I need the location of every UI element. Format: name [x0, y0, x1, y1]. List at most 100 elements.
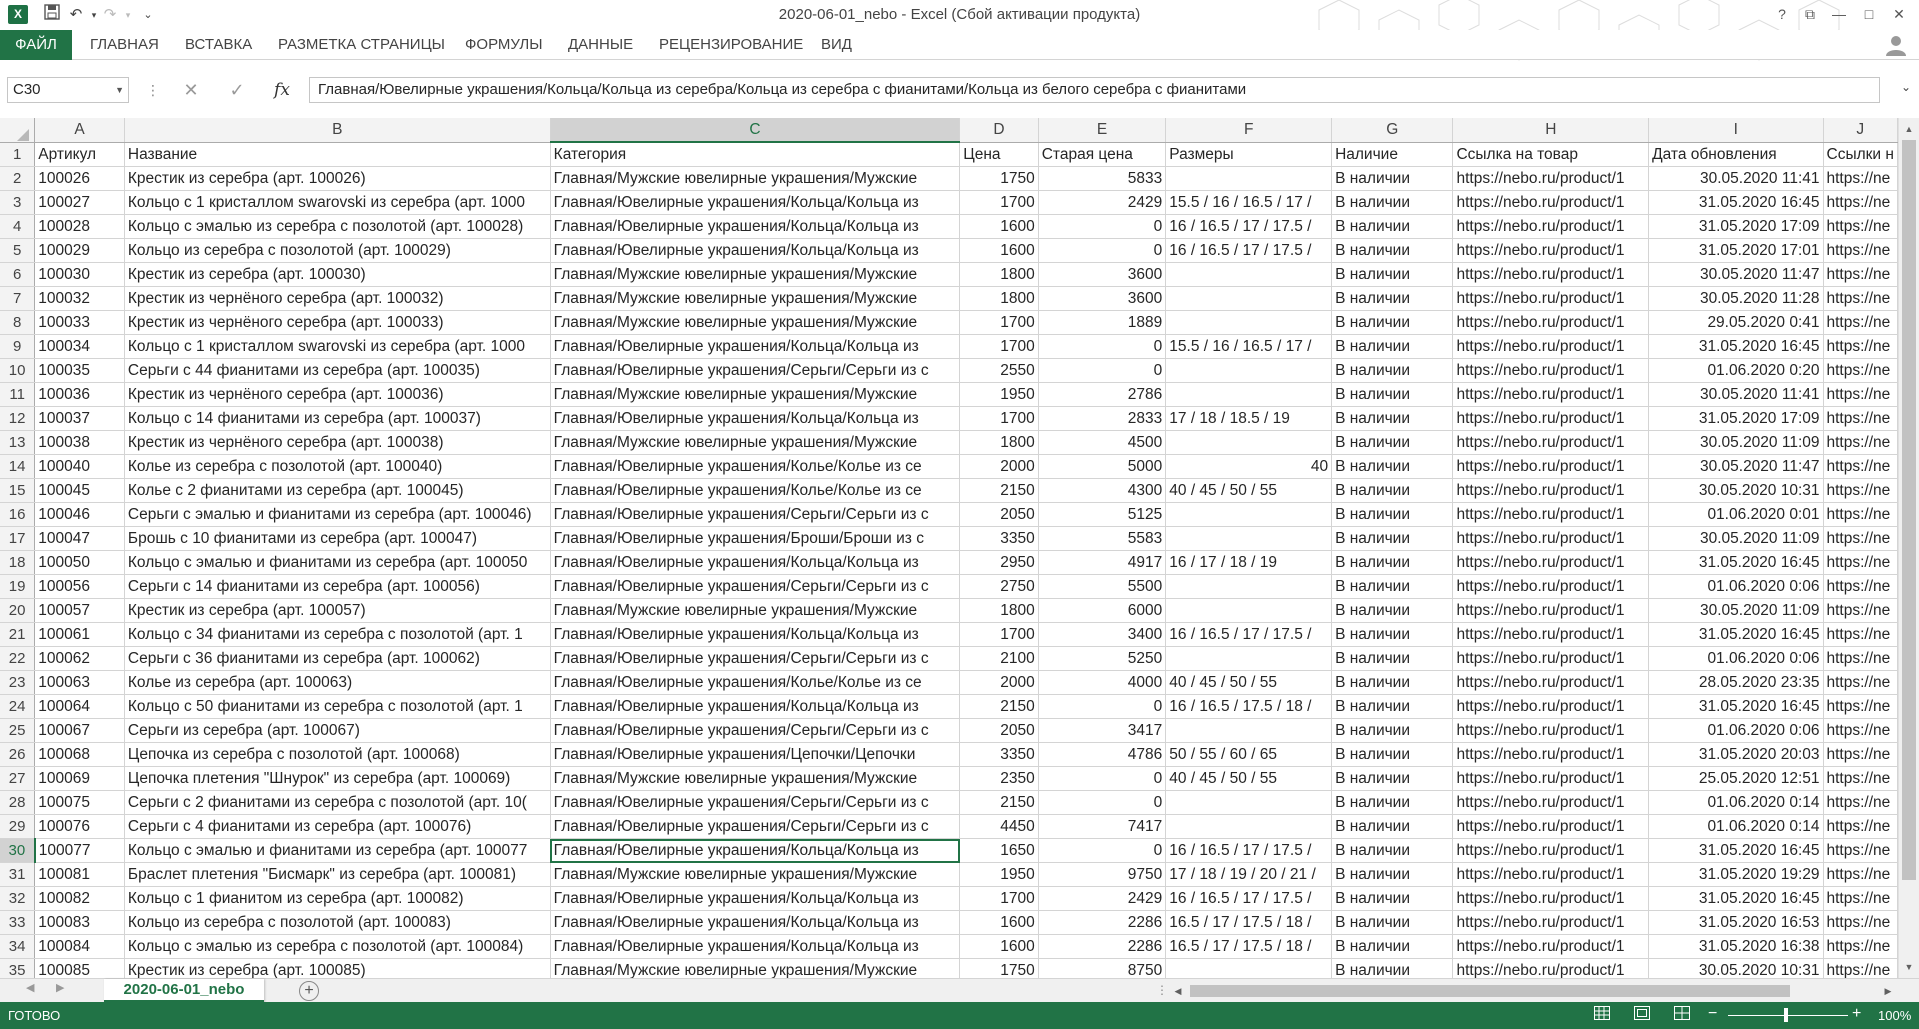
horizontal-scroll-thumb[interactable] — [1190, 985, 1790, 997]
cell-h[interactable]: https://nebo.ru/product/1 — [1452, 694, 1650, 719]
cell-f[interactable] — [1165, 718, 1333, 743]
cell-j[interactable]: https://ne — [1823, 958, 1898, 978]
cell-c[interactable]: Главная/Мужские ювелирные украшения/Мужс… — [550, 166, 961, 191]
cell-b[interactable]: Серьги с 36 фианитами из серебра (арт. 1… — [124, 646, 551, 671]
cell-e[interactable]: 2286 — [1038, 934, 1167, 959]
row-header[interactable]: 9 — [0, 334, 36, 359]
row-header[interactable]: 20 — [0, 598, 36, 623]
cell-g[interactable]: В наличии — [1331, 934, 1454, 959]
cell-d[interactable]: 1700 — [959, 406, 1039, 431]
cell-c[interactable]: Главная/Ювелирные украшения/Серьги/Серьг… — [550, 502, 961, 527]
cell-c[interactable]: Главная/Ювелирные украшения/Кольца/Кольц… — [550, 622, 961, 647]
cell-j[interactable]: https://ne — [1823, 598, 1898, 623]
cell-j[interactable]: https://ne — [1823, 502, 1898, 527]
cell-i[interactable]: 31.05.2020 16:53 — [1648, 910, 1824, 935]
cell-f[interactable] — [1165, 262, 1333, 287]
cell-b[interactable]: Кольцо с эмалью из серебра с позолотой (… — [124, 214, 551, 239]
cell-i[interactable]: 30.05.2020 11:09 — [1648, 526, 1824, 551]
cell-f[interactable] — [1165, 526, 1333, 551]
worksheet-grid[interactable]: ABCDEFGHIJ 1 Артикул Название Категория Цена… — [0, 118, 1898, 978]
cell-d[interactable]: 4450 — [959, 814, 1039, 839]
column-header-d[interactable]: D — [959, 118, 1039, 143]
cell-f[interactable] — [1165, 310, 1333, 335]
cell-h[interactable]: https://nebo.ru/product/1 — [1452, 598, 1650, 623]
cell-i[interactable]: 30.05.2020 11:09 — [1648, 430, 1824, 455]
cell-a[interactable]: 100046 — [34, 502, 125, 527]
cell-f[interactable]: 16.5 / 17 / 17.5 / 18 / — [1165, 934, 1333, 959]
row-header[interactable]: 28 — [0, 790, 36, 815]
cell-j[interactable]: https://ne — [1823, 694, 1898, 719]
row-header[interactable]: 35 — [0, 958, 36, 978]
row-header[interactable]: 24 — [0, 694, 36, 719]
cell-c[interactable]: Главная/Ювелирные украшения/Серьги/Серьг… — [550, 574, 961, 599]
cell-h[interactable]: https://nebo.ru/product/1 — [1452, 550, 1650, 575]
cell-c[interactable]: Главная/Ювелирные украшения/Колье/Колье … — [550, 454, 961, 479]
cell-j[interactable]: https://ne — [1823, 790, 1898, 815]
ribbon-display-options-icon[interactable]: ⧉ — [1797, 3, 1823, 25]
cell-a[interactable]: 100077 — [34, 838, 125, 863]
cell-c[interactable]: Главная/Мужские ювелирные украшения/Мужс… — [550, 958, 961, 978]
cell-d[interactable]: 1700 — [959, 310, 1039, 335]
cell-e[interactable]: 0 — [1038, 790, 1167, 815]
cell-h[interactable]: https://nebo.ru/product/1 — [1452, 166, 1650, 191]
column-header-i[interactable]: I — [1648, 118, 1824, 143]
cell-j[interactable]: https://ne — [1823, 166, 1898, 191]
cell-f[interactable]: 16 / 16.5 / 17 / 17.5 / — [1165, 214, 1333, 239]
column-header-j[interactable]: J — [1823, 118, 1898, 143]
column-header-c[interactable]: C — [550, 118, 961, 143]
cell-e[interactable]: 2833 — [1038, 406, 1167, 431]
cell-d[interactable]: 1700 — [959, 886, 1039, 911]
cell-f[interactable]: Размеры — [1165, 142, 1333, 167]
cell-i[interactable]: 31.05.2020 17:09 — [1648, 214, 1824, 239]
cell-i[interactable]: 28.05.2020 23:35 — [1648, 670, 1824, 695]
cell-f[interactable] — [1165, 430, 1333, 455]
scroll-down-arrow-icon[interactable]: ▼ — [1899, 958, 1919, 976]
cell-f[interactable] — [1165, 646, 1333, 671]
cell-h[interactable]: https://nebo.ru/product/1 — [1452, 310, 1650, 335]
tab-formulas[interactable]: ФОРМУЛЫ — [465, 30, 543, 60]
cell-h[interactable]: https://nebo.ru/product/1 — [1452, 478, 1650, 503]
cell-c[interactable]: Главная/Ювелирные украшения/Кольца/Кольц… — [550, 238, 961, 263]
enter-formula-icon[interactable]: ✓ — [222, 77, 252, 103]
cell-h[interactable]: https://nebo.ru/product/1 — [1452, 838, 1650, 863]
cell-h[interactable]: https://nebo.ru/product/1 — [1452, 790, 1650, 815]
cell-a[interactable]: 100045 — [34, 478, 125, 503]
cell-e[interactable]: Старая цена — [1038, 142, 1167, 167]
cell-d[interactable]: 3350 — [959, 526, 1039, 551]
row-header[interactable]: 14 — [0, 454, 36, 479]
cell-a[interactable]: 100032 — [34, 286, 125, 311]
cell-a[interactable]: 100034 — [34, 334, 125, 359]
cell-e[interactable]: 4786 — [1038, 742, 1167, 767]
cell-a[interactable]: 100056 — [34, 574, 125, 599]
cell-e[interactable]: 5500 — [1038, 574, 1167, 599]
cell-a[interactable]: 100040 — [34, 454, 125, 479]
vertical-scrollbar[interactable]: ▲ ▼ — [1898, 118, 1919, 978]
cell-j[interactable]: https://ne — [1823, 382, 1898, 407]
cell-g[interactable]: В наличии — [1331, 526, 1454, 551]
cell-b[interactable]: Кольцо с эмалью из серебра с позолотой (… — [124, 934, 551, 959]
cell-d[interactable]: 1800 — [959, 598, 1039, 623]
cell-b[interactable]: Кольцо из серебра с позолотой (арт. 1000… — [124, 910, 551, 935]
next-sheet-icon[interactable]: ▶ — [56, 981, 64, 994]
cell-j[interactable]: https://ne — [1823, 238, 1898, 263]
cell-a[interactable]: 100067 — [34, 718, 125, 743]
row-header[interactable]: 25 — [0, 718, 36, 743]
cell-e[interactable]: 5000 — [1038, 454, 1167, 479]
column-header-g[interactable]: G — [1331, 118, 1454, 143]
cell-f[interactable]: 15.5 / 16 / 16.5 / 17 / — [1165, 334, 1333, 359]
row-header[interactable]: 2 — [0, 166, 36, 191]
zoom-slider-thumb[interactable] — [1784, 1008, 1788, 1022]
cell-g[interactable]: В наличии — [1331, 238, 1454, 263]
prev-sheet-icon[interactable]: ◀ — [26, 981, 34, 994]
cell-i[interactable]: 31.05.2020 16:45 — [1648, 334, 1824, 359]
cell-j[interactable]: https://ne — [1823, 526, 1898, 551]
scroll-right-arrow-icon[interactable]: ▶ — [1880, 982, 1896, 1000]
cell-h[interactable]: https://nebo.ru/product/1 — [1452, 214, 1650, 239]
maximize-button[interactable]: □ — [1856, 3, 1882, 25]
cell-a[interactable]: 100028 — [34, 214, 125, 239]
cell-g[interactable]: В наличии — [1331, 958, 1454, 978]
cell-b[interactable]: Крестик из серебра (арт. 100085) — [124, 958, 551, 978]
cell-d[interactable]: 2950 — [959, 550, 1039, 575]
cell-c[interactable]: Главная/Мужские ювелирные украшения/Мужс… — [550, 310, 961, 335]
cell-b[interactable]: Кольцо с 1 фианитом из серебра (арт. 100… — [124, 886, 551, 911]
